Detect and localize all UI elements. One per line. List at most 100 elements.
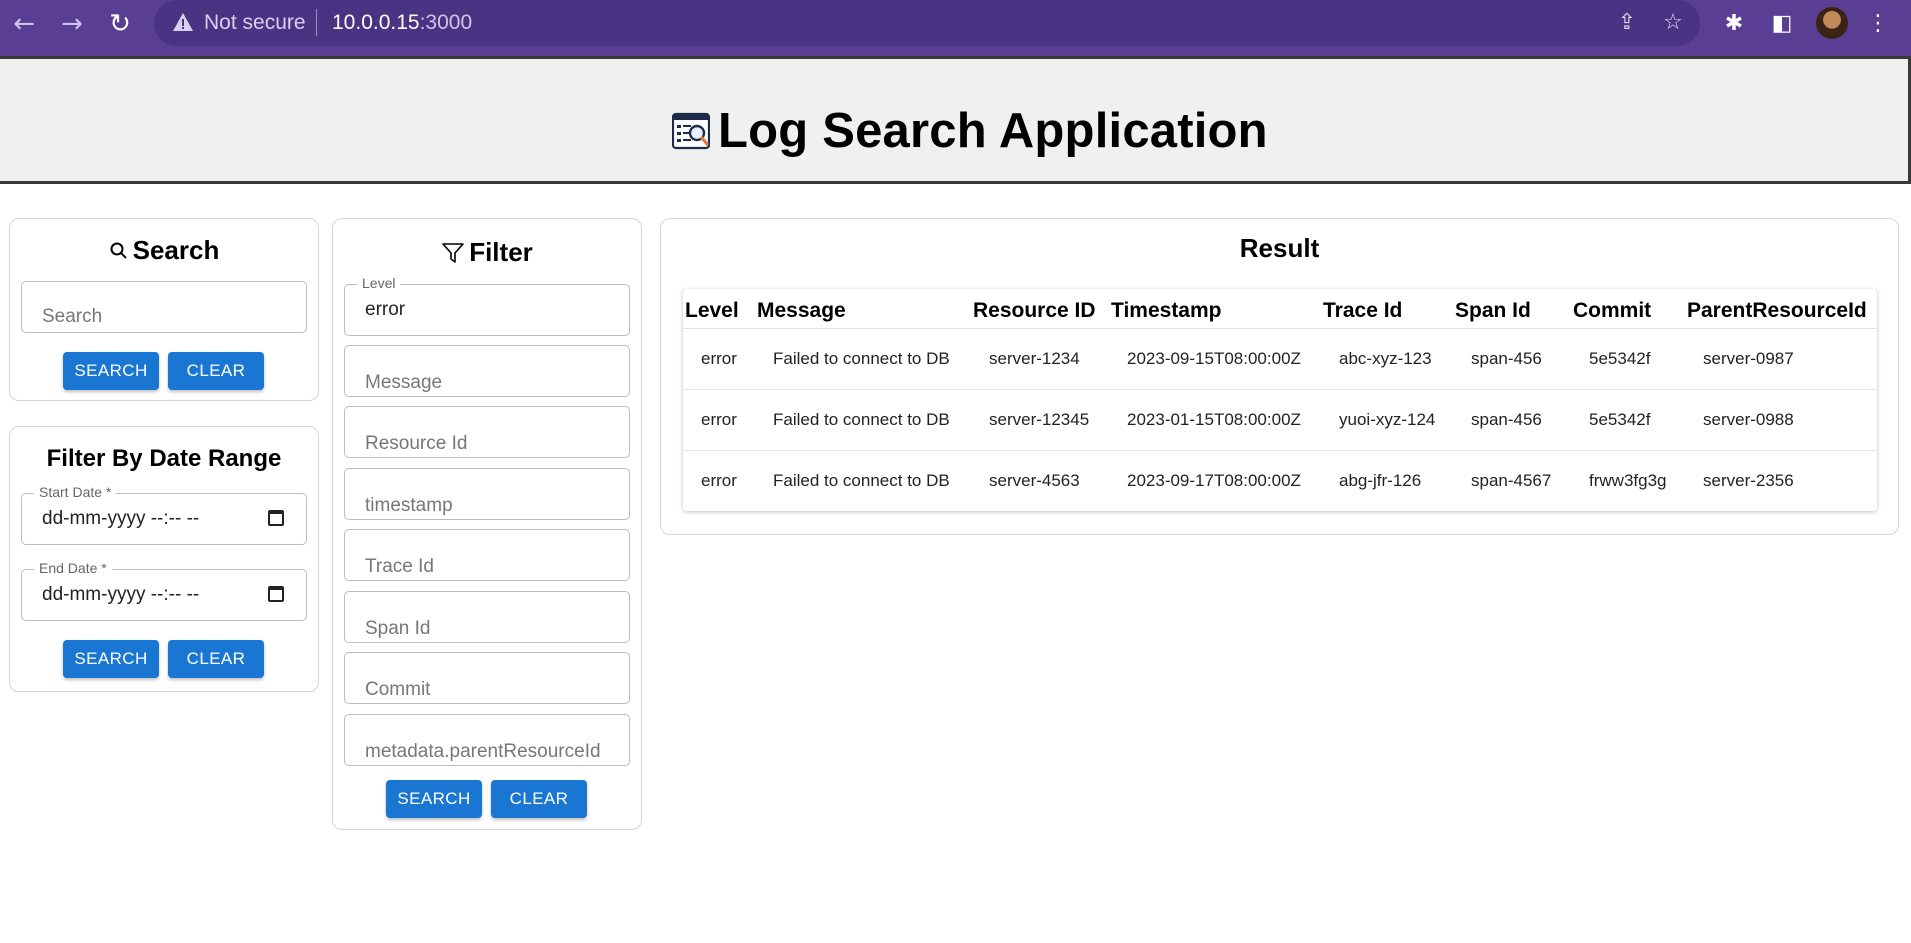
column-header-timestamp[interactable]: Timestamp: [1111, 289, 1222, 333]
commit-field[interactable]: Commit: [344, 652, 630, 704]
share-icon[interactable]: ⇪: [1614, 10, 1640, 36]
url-port: :3000: [419, 11, 473, 34]
span-id-placeholder: Span Id: [365, 618, 431, 639]
column-header-message[interactable]: Message: [757, 289, 846, 333]
side-panel-icon[interactable]: ◧: [1768, 10, 1796, 38]
search-panel: Search Search SEARCH CLEAR: [9, 218, 319, 401]
avatar[interactable]: [1816, 7, 1848, 39]
date-clear-button[interactable]: CLEAR: [168, 640, 264, 678]
column-header-trace-id[interactable]: Trace Id: [1323, 289, 1402, 333]
end-date-value: dd-mm-yyyy --:-- --: [42, 584, 200, 605]
forward-icon[interactable]: →: [58, 10, 86, 38]
table-row[interactable]: error Failed to connect to DB server-456…: [683, 450, 1877, 511]
message-placeholder: Message: [365, 372, 443, 393]
cell-resource-id: server-4563: [989, 471, 1080, 490]
back-icon[interactable]: ←: [10, 10, 38, 38]
end-date-field[interactable]: End Date * dd-mm-yyyy --:-- --: [21, 560, 307, 621]
search-button[interactable]: SEARCH: [63, 352, 159, 390]
cell-commit: frww3fg3g: [1589, 471, 1667, 490]
cell-span-id: span-456: [1471, 410, 1542, 429]
menu-icon[interactable]: ⋮: [1864, 10, 1892, 38]
omnibox-separator: [316, 9, 317, 36]
cell-level: error: [701, 471, 737, 490]
span-id-field[interactable]: Span Id: [344, 591, 630, 643]
search-panel-title-text: Search: [132, 235, 220, 265]
level-label: Level: [357, 275, 401, 291]
cell-commit: 5e5342f: [1589, 410, 1651, 429]
filter-search-button[interactable]: SEARCH: [386, 780, 482, 818]
cell-commit: 5e5342f: [1589, 349, 1651, 368]
cell-parent-resource-id: server-0987: [1703, 349, 1794, 368]
start-date-value: dd-mm-yyyy --:-- --: [42, 508, 200, 529]
browser-toolbar: ← → ↻ Not secure 10.0.0.15:3000 ⇪ ☆ ✱ ◧ …: [0, 0, 1911, 56]
column-header-resource-id[interactable]: Resource ID: [973, 289, 1096, 333]
cell-span-id: span-4567: [1471, 471, 1552, 490]
cell-timestamp: 2023-09-15T08:00:00Z: [1127, 349, 1301, 368]
log-search-logo-icon: [672, 112, 710, 150]
parent-resource-field[interactable]: metadata.parentResourceId: [344, 714, 630, 766]
trace-id-field[interactable]: Trace Id: [344, 529, 630, 581]
commit-placeholder: Commit: [365, 679, 431, 700]
cell-trace-id: yuoi-xyz-124: [1339, 410, 1436, 429]
start-date-label: Start Date *: [34, 484, 117, 500]
url-text[interactable]: 10.0.0.15:3000: [332, 11, 472, 35]
start-date-field[interactable]: Start Date * dd-mm-yyyy --:-- --: [21, 484, 307, 545]
end-date-label: End Date *: [34, 560, 112, 576]
timestamp-placeholder: timestamp: [365, 495, 453, 516]
trace-id-placeholder: Trace Id: [365, 556, 434, 577]
message-field[interactable]: Message: [344, 345, 630, 397]
filter-icon: [442, 242, 465, 263]
cell-message: Failed to connect to DB: [773, 410, 950, 429]
column-header-span-id[interactable]: Span Id: [1455, 289, 1531, 333]
search-panel-title: Search: [10, 235, 318, 266]
resource-id-placeholder: Resource Id: [365, 433, 468, 454]
cell-level: error: [701, 410, 737, 429]
reload-icon[interactable]: ↻: [106, 10, 134, 38]
security-label[interactable]: Not secure: [204, 11, 306, 35]
bookmark-star-icon[interactable]: ☆: [1660, 10, 1686, 36]
resource-id-field[interactable]: Resource Id: [344, 406, 630, 458]
cell-resource-id: server-12345: [989, 410, 1090, 429]
warning-icon: [173, 13, 193, 31]
column-header-commit[interactable]: Commit: [1573, 289, 1651, 333]
result-table: Level Message Resource ID Timestamp Trac…: [683, 289, 1877, 511]
app-header: Log Search Application: [0, 56, 1911, 184]
timestamp-field[interactable]: timestamp: [344, 468, 630, 520]
search-input[interactable]: Search: [21, 281, 307, 333]
parent-resource-placeholder: metadata.parentResourceId: [365, 741, 601, 762]
column-header-parent-resource-id[interactable]: ParentResourceId: [1687, 289, 1867, 333]
table-row[interactable]: error Failed to connect to DB server-123…: [683, 328, 1877, 389]
cell-trace-id: abg-jfr-126: [1339, 471, 1422, 490]
date-range-panel: Filter By Date Range Start Date * dd-mm-…: [9, 426, 319, 692]
table-row[interactable]: error Failed to connect to DB server-123…: [683, 389, 1877, 450]
date-search-button[interactable]: SEARCH: [63, 640, 159, 678]
clear-search-button[interactable]: CLEAR: [168, 352, 264, 390]
cell-timestamp: 2023-01-15T08:00:00Z: [1127, 410, 1301, 429]
extensions-icon[interactable]: ✱: [1720, 10, 1748, 38]
level-field[interactable]: Level error: [344, 275, 630, 336]
search-icon: [110, 242, 127, 259]
cell-span-id: span-456: [1471, 349, 1542, 368]
url-host: 10.0.0.15: [332, 11, 420, 34]
filter-panel-title: Filter: [333, 237, 641, 268]
cell-message: Failed to connect to DB: [773, 349, 950, 368]
address-bar[interactable]: Not secure 10.0.0.15:3000 ⇪ ☆: [154, 0, 1700, 46]
page-title: Log Search Application: [718, 104, 1268, 158]
calendar-icon[interactable]: [268, 510, 284, 526]
cell-trace-id: abc-xyz-123: [1339, 349, 1432, 368]
cell-resource-id: server-1234: [989, 349, 1080, 368]
cell-parent-resource-id: server-0988: [1703, 410, 1794, 429]
cell-timestamp: 2023-09-17T08:00:00Z: [1127, 471, 1301, 490]
cell-message: Failed to connect to DB: [773, 471, 950, 490]
filter-panel: Filter Level error Message Resource Id t…: [332, 218, 642, 830]
cell-level: error: [701, 349, 737, 368]
level-value: error: [365, 299, 406, 320]
date-range-title: Filter By Date Range: [46, 445, 282, 472]
filter-panel-title-text: Filter: [469, 237, 533, 267]
cell-parent-resource-id: server-2356: [1703, 471, 1794, 490]
result-title: Result: [1239, 233, 1320, 263]
calendar-icon[interactable]: [268, 586, 284, 602]
filter-clear-button[interactable]: CLEAR: [491, 780, 587, 818]
search-input-placeholder: Search: [42, 306, 103, 327]
column-header-level[interactable]: Level: [685, 289, 739, 333]
